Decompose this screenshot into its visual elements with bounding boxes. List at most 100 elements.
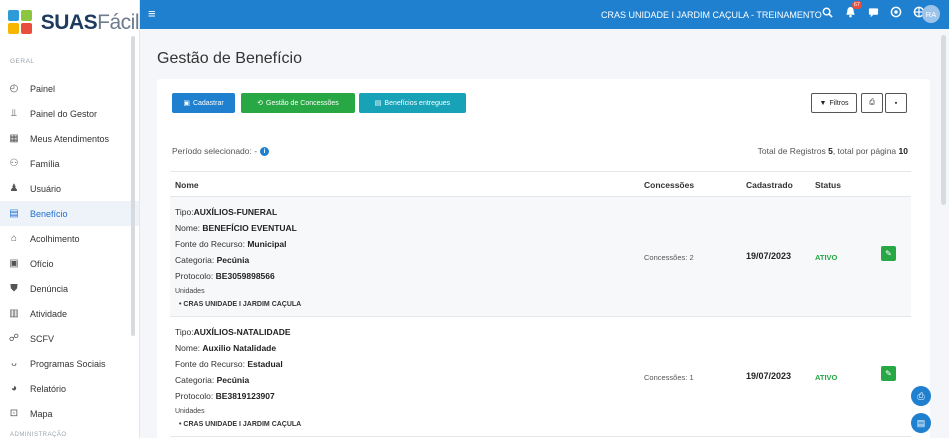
fonte-label: Fonte do Recurso: bbox=[175, 359, 245, 369]
benefit-fonte: Municipal bbox=[247, 239, 287, 249]
sidebar-item-acolhimento[interactable]: ⌂ Acolhimento bbox=[0, 226, 139, 251]
fonte-label: Fonte do Recurso: bbox=[175, 239, 245, 249]
sidebar-item-atividade[interactable]: ▥ Atividade bbox=[0, 301, 139, 326]
sidebar-item-programas-sociais[interactable]: ᴗ Programas Sociais bbox=[0, 351, 139, 376]
export-button[interactable]: ▪ bbox=[885, 93, 907, 113]
column-concessoes: Concessões bbox=[644, 180, 695, 190]
sidebar-item-familia[interactable]: ⚇ Família bbox=[0, 151, 139, 176]
sidebar-item-label: Benefício bbox=[30, 208, 68, 219]
benefit-nome: Auxilio Natalidade bbox=[202, 343, 277, 353]
bell-icon[interactable]: 67 bbox=[843, 1, 862, 19]
sidebar-item-painel[interactable]: ◴ Painel bbox=[0, 76, 139, 101]
totals-prefix: Total de Registros bbox=[757, 146, 826, 156]
per-page: 10 bbox=[898, 146, 908, 156]
edit-button[interactable]: ✎ bbox=[881, 366, 896, 381]
current-unit-label[interactable]: CRAS UNIDADE I JARDIM CAÇULA - TREINAMEN… bbox=[601, 10, 822, 20]
gestao-concessoes-label: Gestão de Concessões bbox=[266, 99, 339, 107]
bed-icon: ⌂ bbox=[10, 233, 18, 244]
help-icon[interactable] bbox=[889, 5, 903, 19]
nome-label: Nome: bbox=[175, 223, 201, 233]
plus-square-icon: ▣ bbox=[183, 100, 190, 107]
print-button[interactable]: ⎙ bbox=[861, 93, 883, 113]
sidebar-item-oficio[interactable]: ▣ Ofício bbox=[0, 251, 139, 276]
sidebar-item-label: Atividade bbox=[30, 308, 68, 319]
chart-icon: ⫫ bbox=[11, 108, 17, 119]
topbar: ≡ CRAS UNIDADE I JARDIM CAÇULA - TREINAM… bbox=[140, 0, 949, 29]
benefits-card: ▣ Cadastrar ⟲ Gestão de Concessões ▤ Ben… bbox=[157, 79, 930, 438]
totals-mid: , total por página bbox=[832, 146, 897, 156]
chat-icon[interactable] bbox=[866, 5, 880, 19]
column-nome: Nome bbox=[175, 180, 199, 190]
network-icon: ☍ bbox=[8, 333, 20, 344]
print-icon: ⎙ bbox=[869, 99, 875, 106]
protocolo-label: Protocolo: bbox=[175, 391, 214, 401]
sidebar-item-beneficio[interactable]: ▤ Benefício bbox=[0, 201, 139, 226]
sidebar-item-painel-gestor[interactable]: ⫫ Painel do Gestor bbox=[0, 101, 139, 126]
benefit-icon: ▤ bbox=[9, 208, 19, 219]
sidebar-section-admin: ADMINISTRAÇÃO bbox=[10, 432, 67, 438]
pie-chart-icon: ◕ bbox=[10, 383, 18, 394]
map-icon: ⊡ bbox=[9, 408, 19, 419]
period-selected: Período selecionado: - i bbox=[172, 146, 270, 156]
print-fab-button[interactable]: ⎙ bbox=[911, 386, 931, 406]
beneficios-entregues-button[interactable]: ▤ Benefícios entregues bbox=[359, 93, 466, 113]
concessoes-count[interactable]: Concessões: 2 bbox=[644, 253, 694, 262]
benefit-protocolo: BE3059898566 bbox=[215, 271, 275, 281]
sidebar-item-usuario[interactable]: ♟ Usuário bbox=[0, 176, 139, 201]
benefit-tipo: AUXÍLIOS-NATALIDADE bbox=[193, 327, 291, 337]
tipo-label: Tipo: bbox=[175, 327, 194, 337]
benefit-categoria: Pecúnia bbox=[216, 375, 250, 385]
sidebar-section-geral: GERAL bbox=[10, 58, 35, 65]
cadastrar-button[interactable]: ▣ Cadastrar bbox=[172, 93, 235, 113]
table-header: Nome Concessões Cadastrado Status bbox=[170, 171, 911, 197]
cadastrar-label: Cadastrar bbox=[192, 99, 224, 107]
file-icon: ▪ bbox=[894, 99, 898, 107]
sidebar-item-label: Denúncia bbox=[30, 283, 69, 294]
concessoes-count[interactable]: Concessões: 1 bbox=[644, 373, 694, 382]
sidebar-item-scfv[interactable]: ☍ SCFV bbox=[0, 326, 139, 351]
sidebar-item-mapa[interactable]: ⊡ Mapa bbox=[0, 401, 139, 426]
logo-icon bbox=[8, 10, 38, 36]
chat-fab-button[interactable]: ▤ bbox=[911, 413, 931, 433]
benefit-description: Tipo:AUXÍLIOS-FUNERAL Nome: BENEFÍCIO EV… bbox=[175, 204, 301, 312]
sidebar-item-label: Programas Sociais bbox=[30, 358, 106, 369]
nome-label: Nome: bbox=[175, 343, 201, 353]
filtros-button[interactable]: ▼ Filtros bbox=[811, 93, 857, 113]
protocolo-label: Protocolo: bbox=[175, 271, 214, 281]
hands-icon: ᴗ bbox=[11, 358, 17, 369]
print-icon: ⎙ bbox=[917, 390, 925, 401]
avatar[interactable]: RA bbox=[922, 5, 940, 23]
logo[interactable]: SUASFácil bbox=[0, 0, 139, 46]
filter-icon: ▼ bbox=[819, 99, 827, 107]
sidebar-item-relatorio[interactable]: ◕ Relatório bbox=[0, 376, 139, 401]
sidebar-item-meus-atendimentos[interactable]: ▦ Meus Atendimentos bbox=[0, 126, 139, 151]
family-icon: ⚇ bbox=[9, 158, 19, 169]
gestao-concessoes-button[interactable]: ⟲ Gestão de Concessões bbox=[241, 93, 355, 113]
unidade-item: • CRAS UNIDADE I JARDIM CAÇULA bbox=[179, 301, 302, 308]
sidebar-item-denuncia[interactable]: ⛊ Denúncia bbox=[0, 276, 139, 301]
table-row: Tipo:AUXÍLIOS-FUNERAL Nome: BENEFÍCIO EV… bbox=[170, 197, 911, 317]
sidebar-item-label: Relatório bbox=[30, 383, 67, 394]
menu-toggle-icon[interactable]: ≡ bbox=[148, 6, 156, 21]
period-label: Período selecionado: - bbox=[172, 146, 258, 156]
sidebar-item-label: Painel do Gestor bbox=[30, 108, 98, 119]
page-title: Gestão de Benefício bbox=[157, 50, 302, 67]
refresh-icon: ⟲ bbox=[257, 100, 264, 107]
column-cadastrado: Cadastrado bbox=[746, 180, 793, 190]
shield-icon: ⛊ bbox=[10, 283, 18, 294]
totals-text: Total de Registros 5, total por página 1… bbox=[758, 146, 908, 156]
benefit-categoria: Pecúnia bbox=[216, 255, 250, 265]
benefit-nome: BENEFÍCIO EVENTUAL bbox=[202, 223, 297, 233]
sidebar-item-label: Família bbox=[30, 158, 60, 169]
edit-button[interactable]: ✎ bbox=[881, 246, 896, 261]
cadastrado-date: 19/07/2023 bbox=[746, 251, 792, 261]
status-badge: ATIVO bbox=[815, 373, 838, 382]
sidebar-scrollbar[interactable] bbox=[131, 36, 135, 336]
sidebar-item-label: SCFV bbox=[30, 333, 55, 344]
search-icon[interactable] bbox=[820, 5, 834, 19]
main-scrollbar[interactable] bbox=[941, 35, 946, 205]
cadastrado-date: 19/07/2023 bbox=[746, 371, 792, 381]
tipo-label: Tipo: bbox=[175, 207, 194, 217]
info-icon[interactable]: i bbox=[260, 146, 270, 156]
calendar-icon: ▥ bbox=[9, 308, 19, 319]
